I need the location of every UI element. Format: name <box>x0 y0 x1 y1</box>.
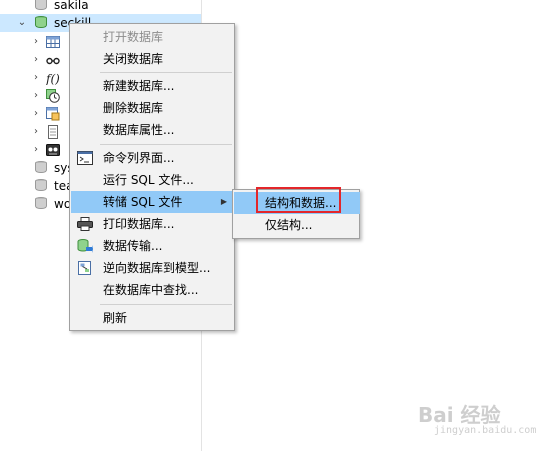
chevron-right-icon[interactable]: › <box>30 87 42 105</box>
menu-command-line[interactable]: 命令列界面... <box>71 147 235 169</box>
menu-separator <box>100 144 232 145</box>
menu-separator <box>100 72 232 73</box>
menu-data-transfer[interactable]: 数据传输... <box>71 235 235 257</box>
chevron-right-icon[interactable]: › <box>30 51 42 69</box>
baidu-watermark: Bai 经验 jingyan.baidu.com <box>418 395 538 445</box>
tree-item-label: sakila <box>54 0 89 12</box>
query-icon <box>46 107 60 121</box>
database-icon <box>35 179 47 193</box>
menu-close-database[interactable]: 关闭数据库 <box>71 48 235 70</box>
console-icon <box>77 151 93 165</box>
menu-dump-sql-file[interactable]: 转储 SQL 文件 ▶ <box>71 191 235 213</box>
database-icon <box>35 197 47 211</box>
data-transfer-icon <box>77 239 93 253</box>
chevron-down-icon[interactable]: ⌄ <box>16 14 28 32</box>
database-open-icon <box>35 16 47 30</box>
menu-open-database[interactable]: 打开数据库 <box>71 26 235 48</box>
submenu-arrow-icon: ▶ <box>220 197 227 206</box>
chevron-right-icon[interactable]: › <box>30 69 42 87</box>
watermark-main-text: Bai 经验 <box>418 403 501 427</box>
menu-new-database[interactable]: 新建数据库... <box>71 75 235 97</box>
database-context-menu: 打开数据库 关闭数据库 新建数据库... 删除数据库 数据库属性... 命令列界… <box>69 23 235 331</box>
database-icon <box>35 161 47 175</box>
report-icon <box>48 125 58 139</box>
printer-icon <box>77 217 93 231</box>
backup-tape-icon <box>46 144 60 156</box>
submenu-structure-only[interactable]: 仅结构... <box>234 214 360 236</box>
menu-print-database[interactable]: 打印数据库... <box>71 213 235 235</box>
function-icon: f() <box>46 72 60 85</box>
chevron-right-icon[interactable]: › <box>30 123 42 141</box>
chevron-right-icon[interactable]: › <box>30 33 42 51</box>
menu-refresh[interactable]: 刷新 <box>71 307 235 329</box>
clock-icon <box>46 89 60 103</box>
model-icon <box>78 261 91 275</box>
tree-item-sakila[interactable]: sakila <box>0 0 201 14</box>
menu-run-sql-file[interactable]: 运行 SQL 文件... <box>71 169 235 191</box>
database-icon <box>35 0 47 12</box>
table-icon <box>46 36 60 48</box>
menu-delete-database[interactable]: 删除数据库 <box>71 97 235 119</box>
red-highlight-annotation <box>256 187 341 213</box>
menu-separator <box>100 304 232 305</box>
watermark-sub-text: jingyan.baidu.com <box>434 425 537 436</box>
chevron-right-icon[interactable]: › <box>30 105 42 123</box>
menu-reverse-to-model[interactable]: 逆向数据库到模型... <box>71 257 235 279</box>
menu-find-in-database[interactable]: 在数据库中查找... <box>71 279 235 301</box>
chevron-right-icon[interactable]: › <box>30 141 42 159</box>
glasses-icon <box>46 57 60 65</box>
svg-text:f(): f() <box>46 72 60 85</box>
menu-database-properties[interactable]: 数据库属性... <box>71 119 235 141</box>
